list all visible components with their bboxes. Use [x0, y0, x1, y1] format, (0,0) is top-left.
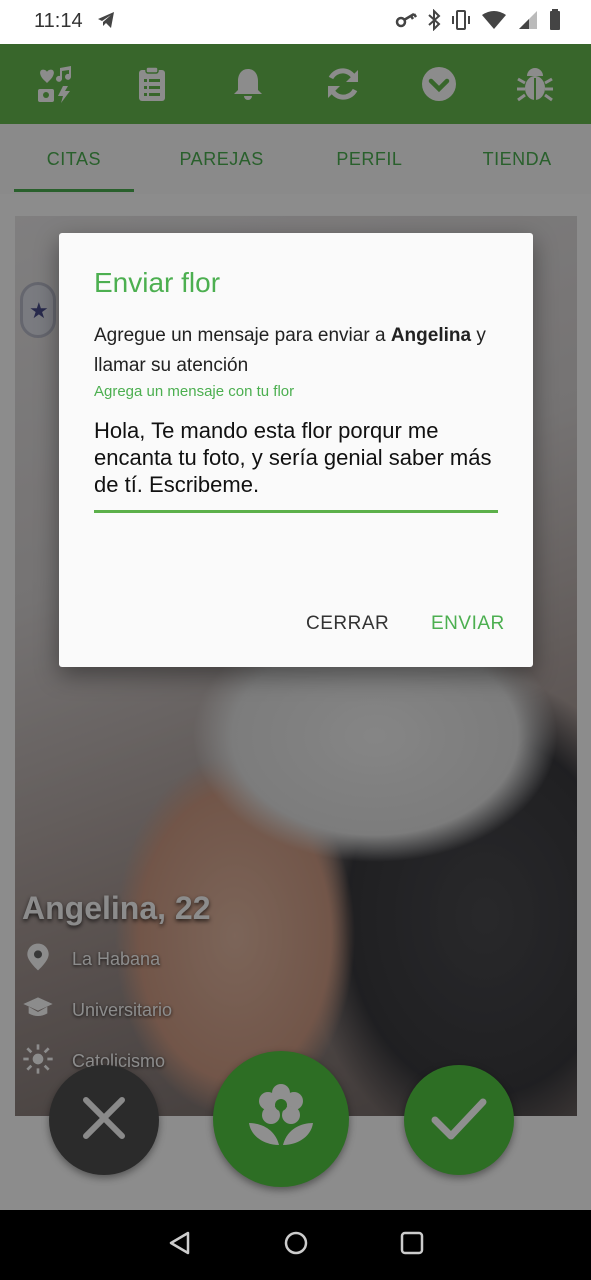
back-icon[interactable] [167, 1230, 193, 1261]
dialog-recipient-name: Angelina [390, 325, 472, 346]
status-time: 11:14 [34, 10, 83, 32]
close-button[interactable]: CERRAR [306, 613, 389, 635]
vibrate-icon [451, 9, 471, 36]
battery-icon [549, 9, 561, 36]
recents-icon[interactable] [399, 1230, 425, 1261]
dialog-message-prefix: Agregue un mensaje para enviar a [94, 325, 391, 346]
status-bar: 11:14 [0, 0, 591, 44]
message-field-label: Agrega un mensaje con tu flor [94, 383, 295, 400]
message-field[interactable]: Hola, Te mando esta flor porqur me encan… [94, 417, 499, 498]
accept-button[interactable] [404, 1065, 514, 1175]
status-icons [395, 8, 561, 36]
send-button[interactable]: ENVIAR [431, 613, 505, 635]
signal-icon [517, 10, 539, 35]
check-icon [429, 1088, 489, 1153]
message-field-underline [94, 510, 498, 513]
bluetooth-icon [427, 8, 441, 36]
send-flower-button[interactable] [213, 1051, 349, 1187]
wifi-icon [481, 10, 507, 35]
telegram-icon [96, 10, 116, 35]
home-icon[interactable] [283, 1230, 309, 1261]
reject-button[interactable] [49, 1065, 159, 1175]
key-icon [395, 10, 418, 35]
screen: 11:14 CITAS PAREJAS PERFIL TIENDA ★ Ange… [0, 0, 591, 1280]
dialog-title: Enviar flor [94, 267, 221, 298]
flower-icon [243, 1079, 319, 1160]
dialog-message: Agregue un mensaje para enviar a Angelin… [94, 321, 504, 381]
system-nav-bar [0, 1210, 591, 1280]
close-icon [80, 1094, 128, 1147]
send-flower-dialog: Enviar flor Agregue un mensaje para envi… [59, 233, 533, 667]
